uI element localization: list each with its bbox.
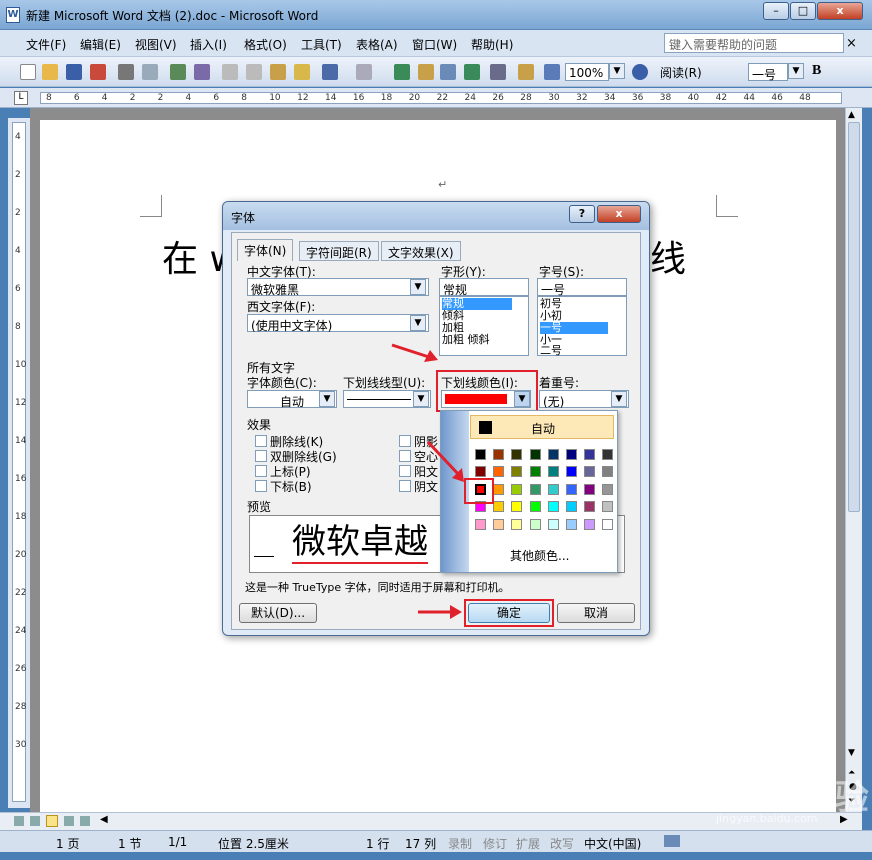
arrow-red-swatch bbox=[426, 440, 462, 478]
baidu-watermark-url: jingyan.baidu.com bbox=[716, 812, 818, 825]
arrow-underline-color bbox=[391, 343, 433, 360]
arrow-head-ok-button bbox=[450, 605, 462, 619]
annotation-arrows bbox=[391, 343, 464, 619]
